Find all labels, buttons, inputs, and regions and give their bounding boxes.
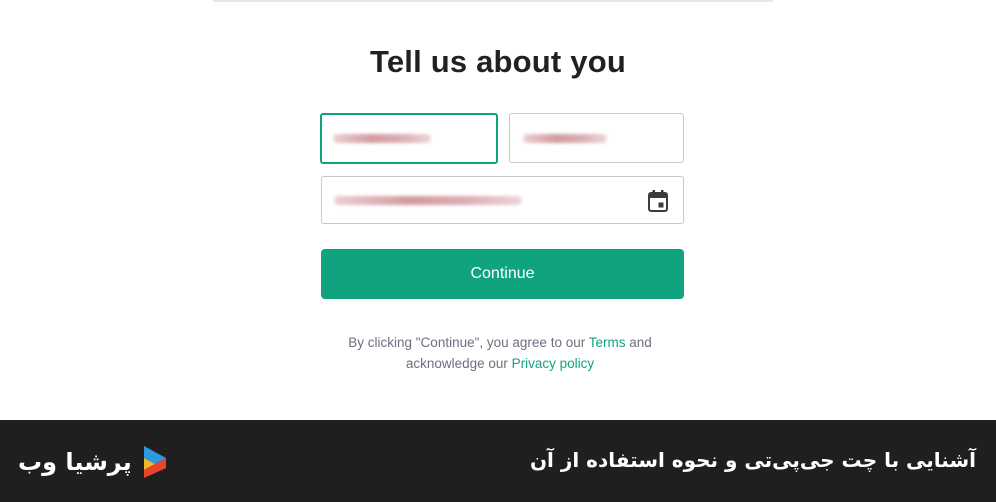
birthday-field[interactable]: [321, 176, 684, 224]
footer-banner: پرشیا وب آشنایی با چت جی‌پی‌تی و نحوه اس…: [0, 420, 996, 502]
brand: پرشیا وب: [18, 444, 168, 480]
legal-text-middle: and: [625, 335, 652, 350]
legal-text-line2: acknowledge our: [405, 356, 512, 371]
terms-link[interactable]: Terms: [589, 335, 626, 350]
legal-notice: By clicking "Continue", you agree to our…: [250, 332, 750, 374]
continue-button[interactable]: Continue: [321, 249, 684, 299]
calendar-icon[interactable]: [648, 190, 668, 212]
brand-name: پرشیا وب: [18, 448, 132, 476]
redacted-last-name: [523, 134, 607, 143]
last-name-field[interactable]: [509, 113, 684, 163]
top-divider: [213, 0, 773, 2]
first-name-field[interactable]: [320, 113, 498, 164]
privacy-policy-link[interactable]: Privacy policy: [512, 356, 595, 371]
footer-caption: آشنایی با چت جی‌پی‌تی و نحوه استفاده از …: [529, 448, 976, 472]
legal-text-prefix: By clicking "Continue", you agree to our: [348, 335, 589, 350]
page-title: Tell us about you: [369, 44, 626, 79]
redacted-first-name: [333, 134, 431, 143]
persiaweb-logo-icon: [143, 446, 166, 478]
redacted-birthday: [334, 196, 522, 205]
